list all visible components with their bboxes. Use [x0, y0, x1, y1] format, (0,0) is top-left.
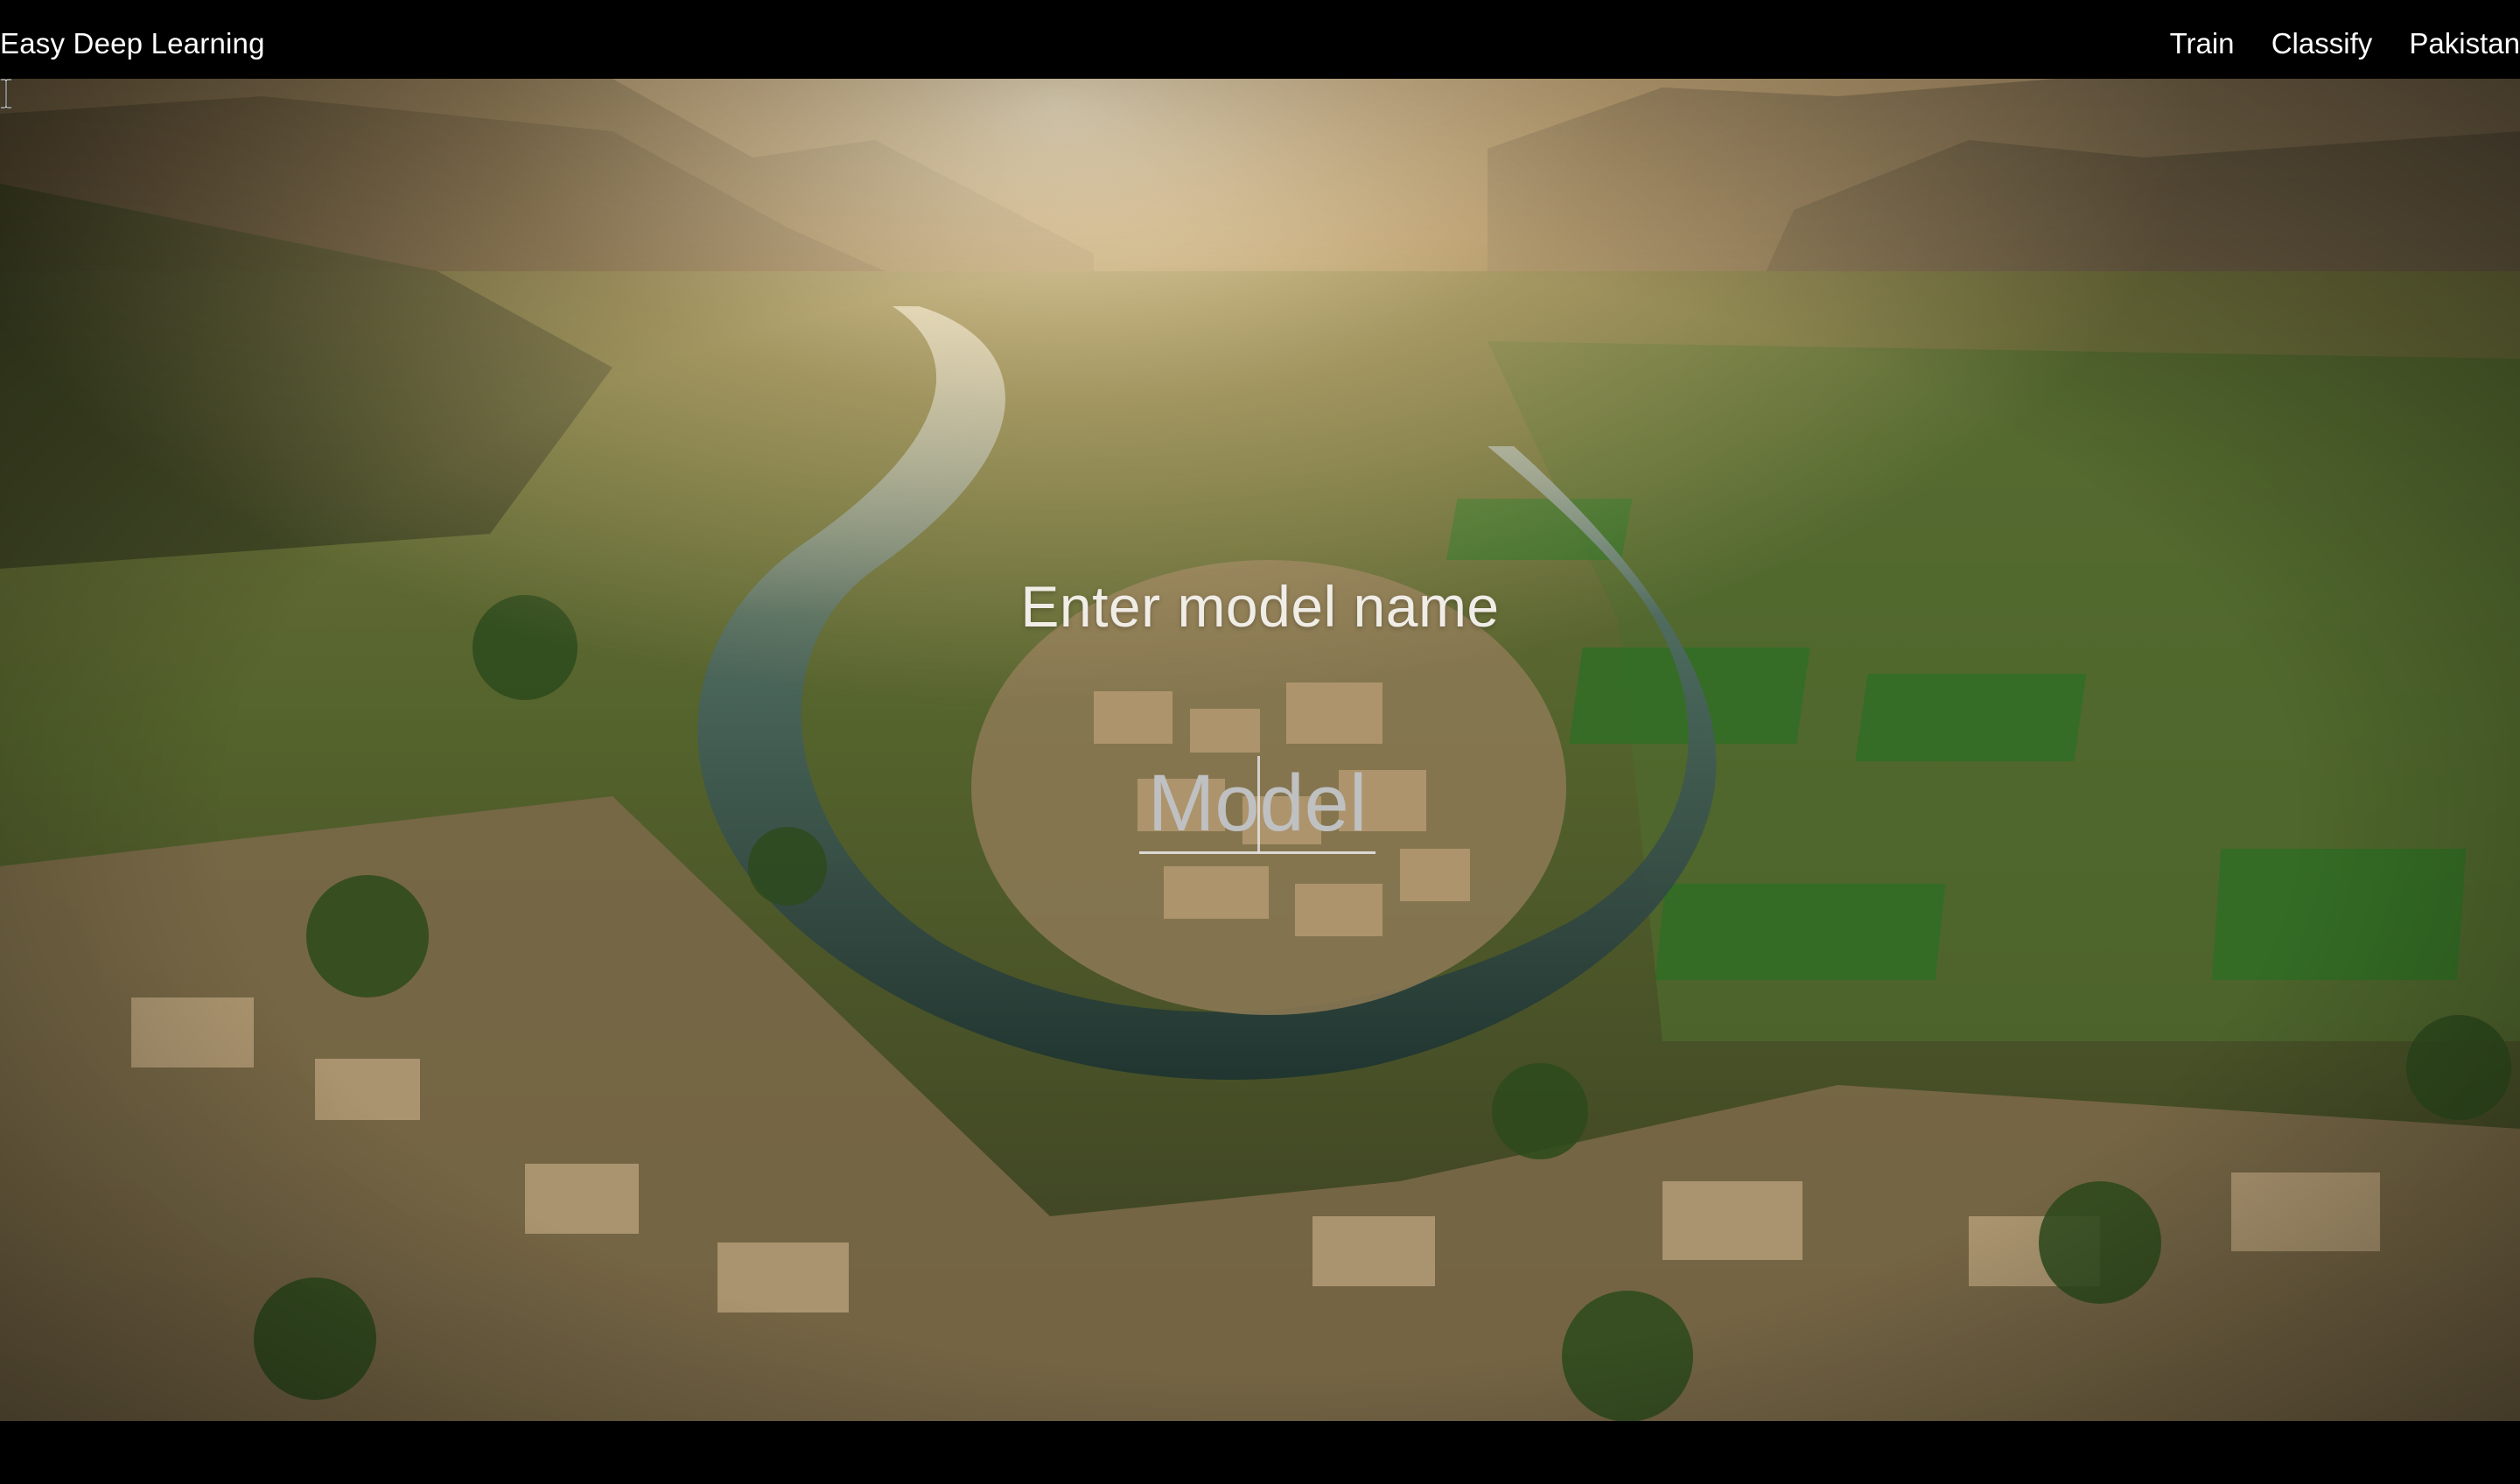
nav-train[interactable]: Train — [2170, 0, 2235, 88]
text-caret — [1257, 756, 1260, 852]
hero-background-image: Enter model name — [0, 79, 2520, 1421]
top-navbar: Easy Deep Learning Train Classify Pakist… — [0, 0, 2520, 79]
aerial-river-village-image — [0, 79, 2520, 1421]
bottom-bar — [0, 1421, 2520, 1484]
brand-logo-text[interactable]: Easy Deep Learning — [0, 0, 265, 88]
enter-model-name-prompt: Enter model name — [1020, 574, 1500, 639]
nav-pakistan[interactable]: Pakistan — [2409, 0, 2520, 88]
nav-links: Train Classify Pakistan — [2141, 0, 2520, 88]
nav-classify[interactable]: Classify — [2272, 0, 2373, 88]
